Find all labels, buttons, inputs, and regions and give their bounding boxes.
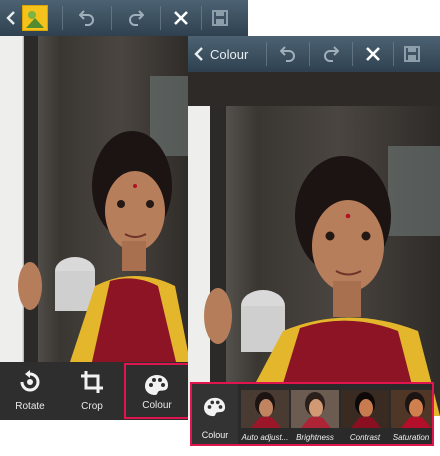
- save-icon[interactable]: [394, 36, 430, 72]
- filter-label: Auto adjust...: [241, 433, 289, 442]
- filter-thumbnail: [391, 390, 432, 428]
- portrait-image: [188, 106, 440, 416]
- undo-icon[interactable]: [267, 36, 309, 72]
- photo-canvas[interactable]: [0, 36, 190, 362]
- filter-label: Brightness: [296, 433, 334, 442]
- redo-icon[interactable]: [310, 36, 352, 72]
- crop-icon: [81, 371, 103, 393]
- filter-contrast[interactable]: Contrast: [340, 384, 390, 444]
- right-toolbar: Colour: [188, 36, 440, 72]
- filter-saturation[interactable]: Saturation: [390, 384, 432, 444]
- toolbar-title: Colour: [210, 46, 249, 62]
- redo-icon[interactable]: [112, 0, 160, 36]
- rotate-icon: [20, 370, 40, 392]
- filter-strip: Colour Auto adjust... Brightness Contras…: [190, 382, 434, 446]
- photo-canvas[interactable]: [188, 106, 440, 416]
- rotate-label: Rotate: [15, 401, 45, 412]
- filter-thumbnail: [291, 390, 339, 428]
- close-icon[interactable]: [161, 0, 201, 36]
- filter-thumbnail: [341, 390, 389, 428]
- right-editor-screen: Colour Colour Auto adjust... Brightness …: [188, 36, 440, 456]
- canvas-top-band: [188, 72, 440, 106]
- undo-icon[interactable]: [63, 0, 111, 36]
- colour-mode-label: Colour: [201, 430, 229, 440]
- colour-tool-button[interactable]: Colour: [124, 363, 190, 419]
- crop-tool-button[interactable]: Crop: [62, 362, 122, 418]
- portrait-image: [0, 36, 190, 362]
- filter-brightness[interactable]: Brightness: [290, 384, 340, 444]
- chevron-left-icon[interactable]: [0, 0, 22, 36]
- filter-auto-adjust[interactable]: Auto adjust...: [240, 384, 290, 444]
- colour-mode-button[interactable]: Colour: [192, 384, 238, 444]
- filter-label: Contrast: [349, 433, 381, 442]
- crop-label: Crop: [81, 401, 103, 412]
- chevron-left-icon[interactable]: [188, 36, 210, 72]
- palette-icon: [204, 397, 226, 417]
- save-icon[interactable]: [202, 0, 238, 36]
- filter-label: Saturation: [392, 433, 430, 442]
- left-tool-bar: Rotate Crop Colour: [0, 362, 190, 420]
- colour-label: Colour: [142, 400, 172, 411]
- filter-thumbnail: [241, 390, 289, 428]
- image-thumbnail-icon[interactable]: [22, 5, 48, 31]
- close-icon[interactable]: [353, 36, 393, 72]
- left-toolbar: [0, 0, 248, 36]
- rotate-tool-button[interactable]: Rotate: [0, 362, 60, 418]
- palette-icon: [145, 375, 168, 395]
